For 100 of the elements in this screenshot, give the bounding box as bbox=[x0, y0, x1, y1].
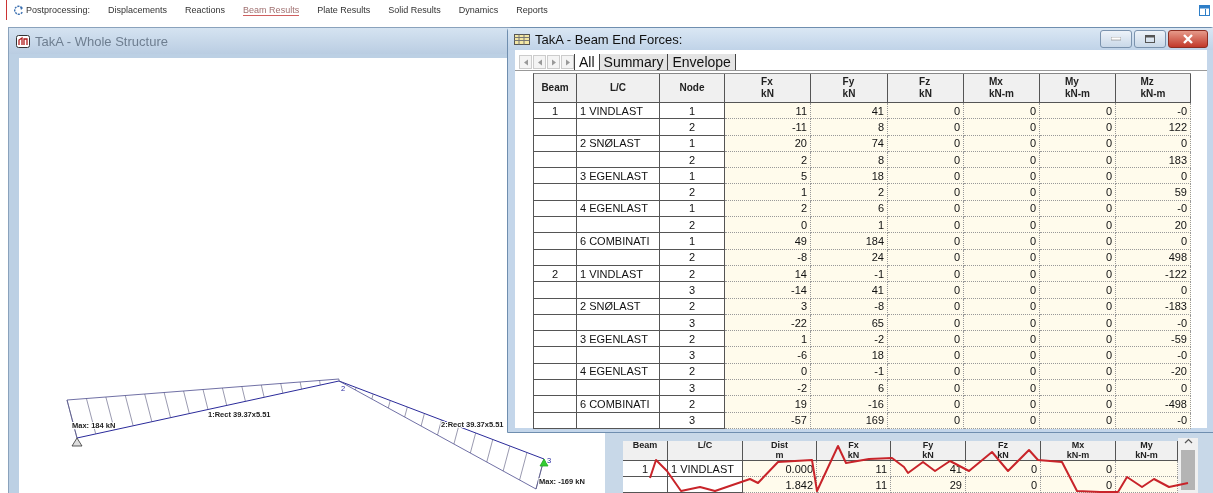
table-cell: 0 bbox=[888, 217, 964, 234]
toolbar-tab[interactable]: Dynamics bbox=[458, 5, 499, 15]
refresh-icon bbox=[13, 4, 24, 16]
structure-icon bbox=[16, 34, 30, 48]
close-button[interactable] bbox=[1168, 30, 1208, 48]
table-cell bbox=[534, 119, 577, 136]
table-cell bbox=[623, 477, 668, 493]
toolbar-tab[interactable]: Reports bbox=[516, 5, 548, 15]
table-cell: 0 bbox=[964, 184, 1040, 201]
column-header: L/C bbox=[577, 74, 660, 103]
table-cell: 41 bbox=[811, 282, 888, 299]
table-cell: 0 bbox=[1041, 477, 1116, 493]
sheet-tab[interactable]: Summary bbox=[598, 54, 669, 70]
sheet-nav-button[interactable] bbox=[519, 55, 532, 69]
table-cell: 184 bbox=[811, 233, 888, 250]
table-cell: 1 bbox=[660, 233, 725, 250]
table-cell: 3 bbox=[660, 347, 725, 364]
sheet-nav-button[interactable] bbox=[533, 55, 546, 69]
toolbar-tab[interactable]: Beam Results bbox=[243, 4, 300, 16]
table-cell: 0 bbox=[964, 119, 1040, 136]
column-header: My kN-m bbox=[1040, 74, 1116, 103]
toolbar-tab[interactable]: Displacements bbox=[108, 5, 168, 15]
table-cell: -16 bbox=[811, 396, 888, 413]
table-cell bbox=[534, 396, 577, 413]
minimize-button[interactable] bbox=[1100, 30, 1132, 48]
table-cell: 0 bbox=[1040, 184, 1116, 201]
toolbar-tab[interactable]: Reactions bbox=[185, 5, 226, 15]
table-cell: 0 bbox=[964, 347, 1040, 364]
table-cell: 2 bbox=[660, 119, 725, 136]
table-cell: 11 bbox=[725, 103, 811, 120]
table-cell: 1 bbox=[725, 184, 811, 201]
column-header: Dist m bbox=[743, 441, 817, 461]
column-header: Fx kN bbox=[817, 441, 891, 461]
sheet-nav-button[interactable] bbox=[547, 55, 560, 69]
scroll-up-icon[interactable] bbox=[1183, 438, 1193, 444]
table-cell: 0 bbox=[966, 477, 1041, 493]
table-cell: 1.842 bbox=[743, 477, 817, 493]
table-cell: 29 bbox=[891, 477, 966, 493]
table-cell: 0 bbox=[888, 380, 964, 397]
table-cell: 0 bbox=[1040, 347, 1116, 364]
table-cell: 3 bbox=[660, 380, 725, 397]
table-cell: 0 bbox=[964, 380, 1040, 397]
postprocessing-label: Postprocessing: bbox=[13, 4, 91, 16]
table-cell: 0 bbox=[966, 461, 1041, 477]
table-cell: 8 bbox=[811, 119, 888, 136]
table-cell: -6 bbox=[725, 347, 811, 364]
window-title: TakA - Whole Structure bbox=[35, 33, 168, 49]
table-cell: -0 bbox=[1116, 103, 1191, 120]
table-cell bbox=[534, 217, 577, 234]
table-cell: 5 bbox=[725, 168, 811, 185]
table-cell: -498 bbox=[1116, 396, 1191, 413]
table-cell: 1 bbox=[534, 103, 577, 120]
table-cell: 59 bbox=[1116, 184, 1191, 201]
scroll-thumb[interactable] bbox=[1181, 450, 1195, 490]
maximize-button[interactable] bbox=[1134, 30, 1166, 48]
scrollbar[interactable] bbox=[1178, 438, 1198, 493]
table-cell bbox=[534, 347, 577, 364]
table-cell: 3 bbox=[660, 282, 725, 299]
table-cell: 2 bbox=[660, 396, 725, 413]
table-cell: 0 bbox=[964, 217, 1040, 234]
table-cell: 2 bbox=[660, 184, 725, 201]
table-cell: 0 bbox=[1040, 103, 1116, 120]
table-cell: 41 bbox=[811, 103, 888, 120]
column-header: Mx kN-m bbox=[964, 74, 1040, 103]
table-cell: 0 bbox=[1116, 380, 1191, 397]
table-cell: 18 bbox=[811, 168, 888, 185]
table-cell: 18 bbox=[811, 347, 888, 364]
table-cell: 0 bbox=[1040, 380, 1116, 397]
table-cell: 0 bbox=[888, 331, 964, 348]
table-cell: 6 COMBINATI bbox=[577, 233, 660, 250]
table-cell: 11 bbox=[817, 477, 891, 493]
table-cell: 1 VINDLAST bbox=[577, 103, 660, 120]
toolbar-tab[interactable]: Solid Results bbox=[388, 5, 441, 15]
sheet-nav-button[interactable] bbox=[561, 55, 574, 69]
table-cell: 0 bbox=[964, 233, 1040, 250]
panel-icon[interactable] bbox=[1199, 5, 1210, 16]
table-cell: 6 bbox=[811, 380, 888, 397]
table-cell: 0 bbox=[1040, 396, 1116, 413]
table-cell: -2 bbox=[811, 331, 888, 348]
table-cell: 0 bbox=[1040, 168, 1116, 185]
table-cell: 1 bbox=[660, 168, 725, 185]
column-header: Beam bbox=[534, 74, 577, 103]
column-header: Mx kN-m bbox=[1041, 441, 1116, 461]
table-cell bbox=[534, 184, 577, 201]
table-cell bbox=[1116, 461, 1178, 477]
table-cell: 0 bbox=[1040, 233, 1116, 250]
table-cell: 0 bbox=[1116, 168, 1191, 185]
table-cell: 3 EGENLAST bbox=[577, 168, 660, 185]
table-cell: -59 bbox=[1116, 331, 1191, 348]
table-cell: 0 bbox=[888, 103, 964, 120]
table-cell: 0 bbox=[888, 396, 964, 413]
toolbar-tab[interactable]: Plate Results bbox=[317, 5, 371, 15]
table-cell: 1 bbox=[623, 461, 668, 477]
table-cell: -0 bbox=[1116, 347, 1191, 364]
table-cell: 0 bbox=[1040, 331, 1116, 348]
table-cell: 2 bbox=[811, 184, 888, 201]
table-cell: 1 bbox=[725, 331, 811, 348]
table-cell: 0 bbox=[964, 331, 1040, 348]
minimize-icon bbox=[1111, 37, 1121, 41]
sheet-tab[interactable]: Envelope bbox=[667, 54, 736, 70]
